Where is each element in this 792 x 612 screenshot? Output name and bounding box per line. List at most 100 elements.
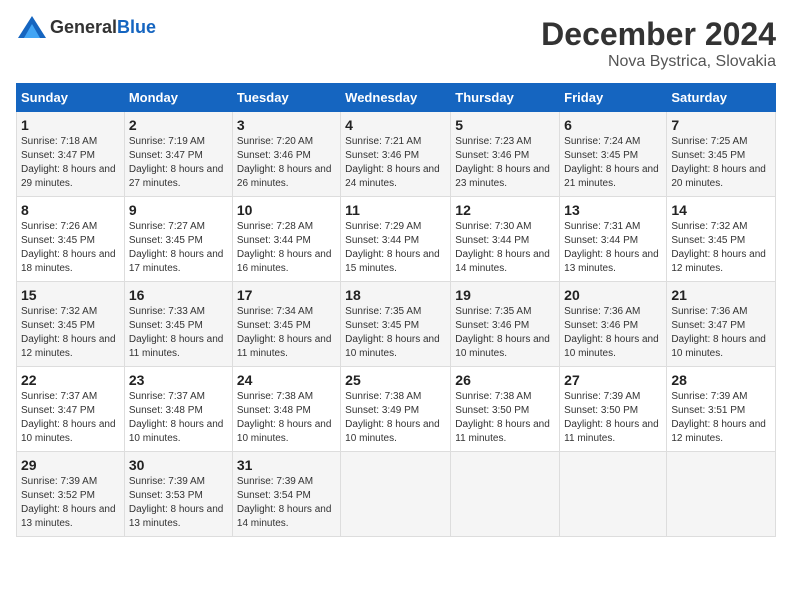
day-info: Sunrise: 7:26 AMSunset: 3:45 PMDaylight:… (21, 221, 116, 274)
col-friday: Friday (560, 84, 667, 112)
day-info: Sunrise: 7:34 AMSunset: 3:45 PMDaylight:… (237, 306, 332, 359)
day-info: Sunrise: 7:31 AMSunset: 3:44 PMDaylight:… (564, 221, 659, 274)
calendar-cell: 7 Sunrise: 7:25 AMSunset: 3:45 PMDaylight… (667, 112, 776, 197)
calendar-cell: 15Sunrise: 7:32 AMSunset: 3:45 PMDayligh… (17, 282, 125, 367)
day-info: Sunrise: 7:18 AMSunset: 3:47 PMDaylight:… (21, 136, 116, 189)
calendar-cell (451, 452, 560, 537)
calendar-cell: 14Sunrise: 7:32 AMSunset: 3:45 PMDayligh… (667, 197, 776, 282)
calendar-cell: 2Sunrise: 7:19 AMSunset: 3:47 PMDaylight… (124, 112, 232, 197)
calendar-cell: 10 Sunrise: 7:28 AMSunset: 3:44 PMDayligh… (232, 197, 340, 282)
day-number: 13 (564, 202, 662, 218)
col-wednesday: Wednesday (341, 84, 451, 112)
day-number: 27 (564, 372, 662, 388)
day-number: 29 (21, 457, 120, 473)
calendar-cell: 17 Sunrise: 7:34 AMSunset: 3:45 PMDayligh… (232, 282, 340, 367)
calendar-cell: 28Sunrise: 7:39 AMSunset: 3:51 PMDayligh… (667, 367, 776, 452)
calendar-header: Sunday Monday Tuesday Wednesday Thursday… (17, 84, 776, 112)
calendar-week-4: 22Sunrise: 7:37 AMSunset: 3:47 PMDayligh… (17, 367, 776, 452)
day-info: Sunrise: 7:21 AMSunset: 3:46 PMDaylight:… (345, 136, 440, 189)
day-number: 25 (345, 372, 446, 388)
title-area: December 2024 Nova Bystrica, Slovakia (541, 16, 776, 71)
day-info: Sunrise: 7:35 AMSunset: 3:45 PMDaylight:… (345, 306, 440, 359)
main-title: December 2024 (541, 16, 776, 53)
day-info: Sunrise: 7:39 AMSunset: 3:54 PMDaylight:… (237, 476, 332, 529)
day-info: Sunrise: 7:39 AMSunset: 3:53 PMDaylight:… (129, 476, 224, 529)
day-info: Sunrise: 7:38 AMSunset: 3:49 PMDaylight:… (345, 391, 440, 444)
calendar-week-3: 15Sunrise: 7:32 AMSunset: 3:45 PMDayligh… (17, 282, 776, 367)
calendar-cell: 16 Sunrise: 7:33 AMSunset: 3:45 PMDayligh… (124, 282, 232, 367)
day-info: Sunrise: 7:28 AMSunset: 3:44 PMDaylight:… (237, 221, 332, 274)
calendar-cell: 8 Sunrise: 7:26 AMSunset: 3:45 PMDaylight… (17, 197, 125, 282)
day-number: 7 (671, 117, 771, 133)
col-sunday: Sunday (17, 84, 125, 112)
calendar-cell: 4 Sunrise: 7:21 AMSunset: 3:46 PMDaylight… (341, 112, 451, 197)
calendar-cell: 21 Sunrise: 7:36 AMSunset: 3:47 PMDayligh… (667, 282, 776, 367)
day-number: 28 (671, 372, 771, 388)
day-info: Sunrise: 7:23 AMSunset: 3:46 PMDaylight:… (455, 136, 550, 189)
day-number: 5 (455, 117, 555, 133)
day-number: 20 (564, 287, 662, 303)
calendar-cell (341, 452, 451, 537)
day-number: 15 (21, 287, 120, 303)
day-number: 31 (237, 457, 336, 473)
day-info: Sunrise: 7:27 AMSunset: 3:45 PMDaylight:… (129, 221, 224, 274)
day-info: Sunrise: 7:19 AMSunset: 3:47 PMDaylight:… (129, 136, 224, 189)
header-row: Sunday Monday Tuesday Wednesday Thursday… (17, 84, 776, 112)
day-number: 11 (345, 202, 446, 218)
day-info: Sunrise: 7:30 AMSunset: 3:44 PMDaylight:… (455, 221, 550, 274)
calendar-cell: 12 Sunrise: 7:30 AMSunset: 3:44 PMDayligh… (451, 197, 560, 282)
calendar-cell: 6Sunrise: 7:24 AMSunset: 3:45 PMDaylight… (560, 112, 667, 197)
col-thursday: Thursday (451, 84, 560, 112)
calendar-week-2: 8 Sunrise: 7:26 AMSunset: 3:45 PMDaylight… (17, 197, 776, 282)
day-number: 1 (21, 117, 120, 133)
calendar-cell: 5 Sunrise: 7:23 AMSunset: 3:46 PMDaylight… (451, 112, 560, 197)
calendar-cell: 3Sunrise: 7:20 AMSunset: 3:46 PMDaylight… (232, 112, 340, 197)
day-info: Sunrise: 7:39 AMSunset: 3:52 PMDaylight:… (21, 476, 116, 529)
day-number: 9 (129, 202, 228, 218)
day-info: Sunrise: 7:38 AMSunset: 3:48 PMDaylight:… (237, 391, 332, 444)
calendar-cell (667, 452, 776, 537)
day-number: 8 (21, 202, 120, 218)
calendar-cell: 9 Sunrise: 7:27 AMSunset: 3:45 PMDaylight… (124, 197, 232, 282)
calendar-cell: 31 Sunrise: 7:39 AMSunset: 3:54 PMDayligh… (232, 452, 340, 537)
day-info: Sunrise: 7:37 AMSunset: 3:47 PMDaylight:… (21, 391, 116, 444)
day-info: Sunrise: 7:36 AMSunset: 3:46 PMDaylight:… (564, 306, 659, 359)
day-number: 12 (455, 202, 555, 218)
day-number: 17 (237, 287, 336, 303)
day-number: 10 (237, 202, 336, 218)
day-number: 14 (671, 202, 771, 218)
logo-text-general: General (50, 17, 117, 37)
day-number: 18 (345, 287, 446, 303)
day-number: 16 (129, 287, 228, 303)
day-info: Sunrise: 7:29 AMSunset: 3:44 PMDaylight:… (345, 221, 440, 274)
calendar-cell: 30 Sunrise: 7:39 AMSunset: 3:53 PMDayligh… (124, 452, 232, 537)
calendar-cell: 19Sunrise: 7:35 AMSunset: 3:46 PMDayligh… (451, 282, 560, 367)
day-number: 19 (455, 287, 555, 303)
day-info: Sunrise: 7:33 AMSunset: 3:45 PMDaylight:… (129, 306, 224, 359)
day-number: 26 (455, 372, 555, 388)
calendar-body: 1 Sunrise: 7:18 AMSunset: 3:47 PMDaylight… (17, 112, 776, 537)
day-number: 30 (129, 457, 228, 473)
subtitle: Nova Bystrica, Slovakia (541, 53, 776, 71)
calendar-cell: 13 Sunrise: 7:31 AMSunset: 3:44 PMDayligh… (560, 197, 667, 282)
calendar-cell: 22Sunrise: 7:37 AMSunset: 3:47 PMDayligh… (17, 367, 125, 452)
logo-icon (18, 16, 46, 38)
col-tuesday: Tuesday (232, 84, 340, 112)
day-number: 4 (345, 117, 446, 133)
day-number: 21 (671, 287, 771, 303)
calendar-table: Sunday Monday Tuesday Wednesday Thursday… (16, 83, 776, 537)
day-info: Sunrise: 7:24 AMSunset: 3:45 PMDaylight:… (564, 136, 659, 189)
calendar-cell: 20 Sunrise: 7:36 AMSunset: 3:46 PMDayligh… (560, 282, 667, 367)
day-info: Sunrise: 7:36 AMSunset: 3:47 PMDaylight:… (671, 306, 766, 359)
col-saturday: Saturday (667, 84, 776, 112)
calendar-week-5: 29 Sunrise: 7:39 AMSunset: 3:52 PMDayligh… (17, 452, 776, 537)
calendar-cell (560, 452, 667, 537)
logo: GeneralBlue (16, 16, 156, 38)
logo-text-blue: Blue (117, 17, 156, 37)
calendar-cell: 1 Sunrise: 7:18 AMSunset: 3:47 PMDaylight… (17, 112, 125, 197)
calendar-cell: 29 Sunrise: 7:39 AMSunset: 3:52 PMDayligh… (17, 452, 125, 537)
day-info: Sunrise: 7:25 AMSunset: 3:45 PMDaylight:… (671, 136, 766, 189)
calendar-cell: 27Sunrise: 7:39 AMSunset: 3:50 PMDayligh… (560, 367, 667, 452)
calendar-cell: 23Sunrise: 7:37 AMSunset: 3:48 PMDayligh… (124, 367, 232, 452)
day-info: Sunrise: 7:37 AMSunset: 3:48 PMDaylight:… (129, 391, 224, 444)
